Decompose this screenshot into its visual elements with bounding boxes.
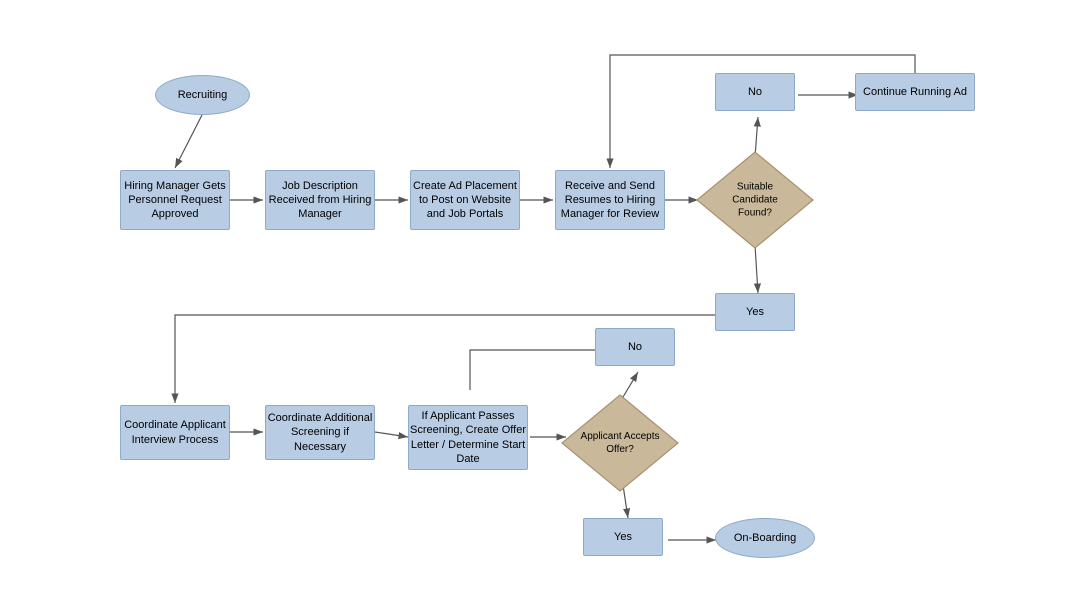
- coordinate-interview-node: Coordinate Applicant Interview Process: [120, 405, 230, 460]
- job-description-node: Job Description Received from Hiring Man…: [265, 170, 375, 230]
- recruiting-node: Recruiting: [155, 75, 250, 115]
- receive-send-node: Receive and Send Resumes to Hiring Manag…: [555, 170, 665, 230]
- applicant-accepts-label: Applicant Accepts Offer?: [580, 430, 660, 456]
- coordinate-additional-label: Coordinate Additional Screening if Neces…: [266, 411, 374, 454]
- onboarding-node: On-Boarding: [715, 518, 815, 558]
- suitable-label: Suitable Candidate Found?: [715, 181, 795, 220]
- hiring-manager-gets-label: Hiring Manager Gets Personnel Request Ap…: [121, 179, 229, 222]
- flowchart: Recruiting Hiring Manager Gets Personnel…: [0, 0, 1080, 608]
- coordinate-additional-node: Coordinate Additional Screening if Neces…: [265, 405, 375, 460]
- no-middle-node: No: [595, 328, 675, 366]
- job-description-label: Job Description Received from Hiring Man…: [266, 179, 374, 222]
- recruiting-label: Recruiting: [178, 88, 228, 102]
- no-middle-label: No: [628, 340, 642, 354]
- receive-send-label: Receive and Send Resumes to Hiring Manag…: [556, 179, 664, 222]
- coordinate-interview-label: Coordinate Applicant Interview Process: [121, 418, 229, 447]
- if-applicant-node: If Applicant Passes Screening, Create Of…: [408, 405, 528, 470]
- yes-middle-label: Yes: [746, 305, 764, 319]
- no-top-node: No: [715, 73, 795, 111]
- hiring-manager-gets-node: Hiring Manager Gets Personnel Request Ap…: [120, 170, 230, 230]
- continue-running-label: Continue Running Ad: [863, 85, 967, 99]
- if-applicant-label: If Applicant Passes Screening, Create Of…: [409, 409, 527, 466]
- onboarding-label: On-Boarding: [734, 531, 796, 545]
- applicant-accepts-diamond-node: Applicant Accepts Offer?: [560, 393, 680, 493]
- yes-bottom-node: Yes: [583, 518, 663, 556]
- suitable-diamond-node: Suitable Candidate Found?: [695, 150, 815, 250]
- create-ad-label: Create Ad Placement to Post on Website a…: [411, 179, 519, 222]
- no-top-label: No: [748, 85, 762, 99]
- yes-middle-node: Yes: [715, 293, 795, 331]
- create-ad-node: Create Ad Placement to Post on Website a…: [410, 170, 520, 230]
- continue-running-node: Continue Running Ad: [855, 73, 975, 111]
- yes-bottom-label: Yes: [614, 530, 632, 544]
